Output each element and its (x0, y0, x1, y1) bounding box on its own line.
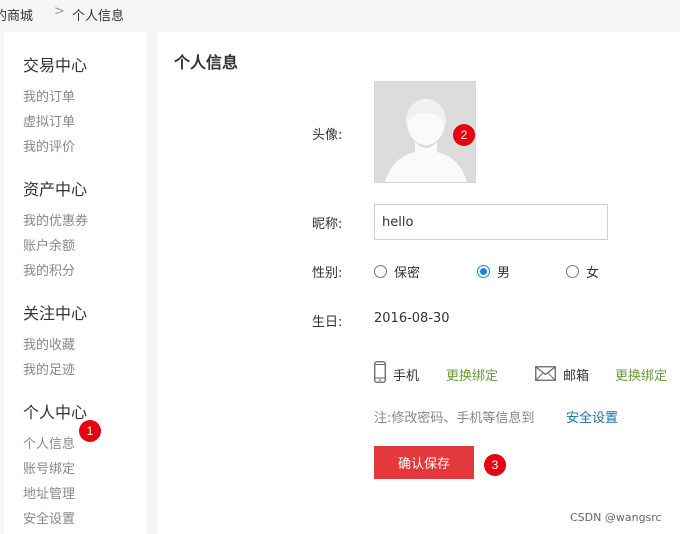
email-label: 邮箱 (563, 369, 590, 384)
save-button[interactable]: 确认保存 (374, 446, 474, 479)
sidebar-item-security[interactable]: 安全设置 (23, 508, 75, 527)
sidebar-item-addresses[interactable]: 地址管理 (23, 483, 75, 502)
gender-secret-radio[interactable] (374, 265, 387, 278)
breadcrumb-current: 个人信息 (72, 9, 125, 24)
annotation-badge-2: 2 (453, 124, 475, 146)
page-title: 个人信息 (174, 53, 239, 72)
security-settings-link[interactable]: 安全设置 (566, 407, 618, 426)
sidebar-group-title-personal: 个人中心 (23, 403, 88, 422)
nickname-label: 昵称: (312, 217, 343, 232)
gender-label: 性别: (312, 266, 343, 281)
sidebar: 交易中心 我的订单 虚拟订单 我的评价 资产中心 我的优惠券 账户余额 我的积分… (4, 32, 147, 534)
sidebar-group-title-follow: 关注中心 (23, 304, 88, 323)
sidebar-group-title-trade: 交易中心 (23, 56, 88, 75)
gender-female-label: 女 (586, 266, 600, 281)
breadcrumb-separator: > (54, 4, 65, 19)
gender-female-radio[interactable] (566, 265, 579, 278)
profile-panel: 个人信息 头像: 昵称: 性别: 保密 男 女 生日: 2016-08-30 手… (158, 32, 680, 534)
breadcrumb-home[interactable]: 的商城 (0, 5, 33, 24)
birthday-label: 生日: (312, 315, 343, 330)
phone-icon (374, 361, 386, 387)
gender-option-secret[interactable]: 保密 (374, 262, 420, 281)
sidebar-item-reviews[interactable]: 我的评价 (23, 136, 75, 155)
sidebar-item-footprints[interactable]: 我的足迹 (23, 359, 75, 378)
sidebar-group-title-assets: 资产中心 (23, 180, 88, 199)
sidebar-item-virtual-orders[interactable]: 虚拟订单 (23, 111, 75, 130)
mail-icon (535, 366, 556, 385)
security-note: 注:修改密码、手机等信息到 (374, 411, 535, 426)
gender-option-female[interactable]: 女 (566, 262, 599, 281)
gender-male-label: 男 (497, 266, 511, 281)
sidebar-item-coupons[interactable]: 我的优惠券 (23, 210, 88, 229)
sidebar-item-orders[interactable]: 我的订单 (23, 86, 75, 105)
sidebar-item-favorites[interactable]: 我的收藏 (23, 334, 75, 353)
phone-rebind-link[interactable]: 更换绑定 (446, 365, 498, 384)
watermark: CSDN @wangsrc (570, 511, 662, 524)
sidebar-item-account-binding[interactable]: 账号绑定 (23, 458, 75, 477)
avatar-label: 头像: (312, 128, 343, 143)
gender-option-male[interactable]: 男 (477, 262, 510, 281)
gender-male-radio[interactable] (477, 265, 490, 278)
sidebar-item-points[interactable]: 我的积分 (23, 260, 75, 279)
phone-label: 手机 (393, 369, 420, 384)
breadcrumb: 的商城 > 个人信息 (0, 0, 680, 32)
annotation-badge-1: 1 (79, 420, 101, 442)
sidebar-item-profile[interactable]: 个人信息 (23, 433, 75, 452)
nickname-input[interactable] (374, 204, 608, 240)
sidebar-item-balance[interactable]: 账户余额 (23, 235, 75, 254)
email-rebind-link[interactable]: 更换绑定 (615, 365, 667, 384)
birthday-value: 2016-08-30 (374, 311, 450, 326)
gender-secret-label: 保密 (394, 266, 421, 281)
annotation-badge-3: 3 (484, 454, 506, 476)
